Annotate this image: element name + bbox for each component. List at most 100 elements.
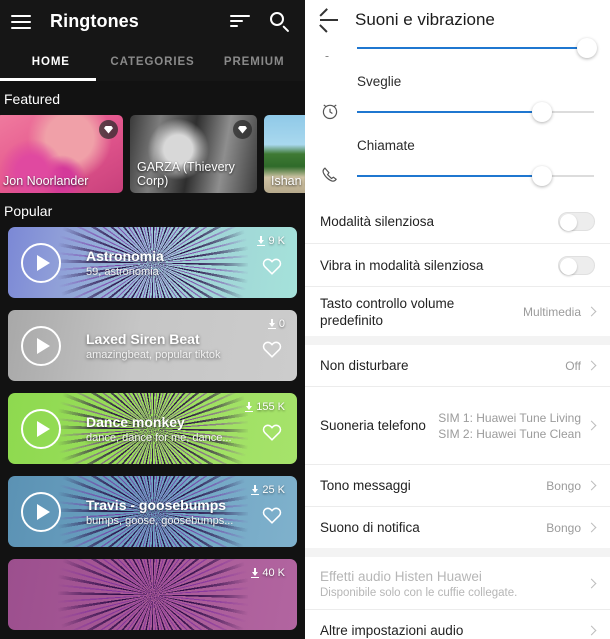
section-title-popular: Popular [4,203,53,219]
favorite-heart-icon[interactable] [262,257,282,275]
row-sublabel: Disponibile solo con le cuffie collegate… [320,586,518,599]
download-count-value: 0 [278,318,285,330]
play-icon[interactable] [21,325,61,366]
row-histen-audio-effects[interactable]: Effetti audio Histen Huawei Disponibile … [305,557,610,609]
slider-body: Chiamate [357,138,594,186]
download-count: 9 K [257,235,285,247]
slider-track[interactable] [357,102,594,122]
row-vibrate-silent[interactable]: Vibra in modalità silenziosa [305,243,610,286]
track-title: Travis - goosebumps [86,496,227,513]
row-label: Modalità silenziosa [320,214,435,229]
chevron-right-icon [586,578,597,588]
list-item[interactable]: Travis - goosebumps bumps, goose, gooseb… [8,476,297,547]
track-title: Astronomia [86,247,164,264]
slider-body: Sveglie [357,74,594,122]
row-do-not-disturb[interactable]: Non disturbare Off [305,345,610,386]
settings-title: Suoni e vibrazione [355,10,495,29]
row-value: Bongo [546,520,597,536]
row-value-text: Multimedia [522,304,581,319]
row-label: Effetti audio Histen Huawei [320,568,482,584]
row-notification-sound[interactable]: Suono di notifica Bongo [305,506,610,548]
vibrate-silent-toggle[interactable] [558,255,595,275]
sort-icon[interactable] [230,14,250,29]
chevron-right-icon [586,360,597,371]
favorite-heart-icon[interactable] [262,423,282,441]
featured-card[interactable]: Ishan M [264,115,305,193]
silent-mode-toggle[interactable] [558,212,595,231]
row-label: Tasto controllo volume predefinito [320,295,455,328]
download-count-value: 25 K [262,484,285,496]
row-value: Multimedia [522,304,597,320]
track-meta: Astronomia 59, astronomia [86,248,164,278]
featured-card[interactable]: Jon Noorlander [0,115,123,193]
row-message-tone[interactable]: Tono messaggi Bongo [305,464,610,506]
media-icon [319,48,357,58]
slider-track[interactable] [357,38,597,58]
row-label: Tono messaggi [320,478,411,493]
row-value: Bongo [546,478,597,494]
page-title: Ringtones [50,11,139,31]
row-value-text: SIM 1: Huawei Tune Living SIM 2: Huawei … [438,410,581,441]
settings-pane: Suoni e vibrazione Sveglie Chiamate Moda… [305,0,610,639]
section-divider [305,548,610,557]
volume-slider-media[interactable] [305,38,610,58]
track-subtitle: amazingbeat, popular tiktok [86,348,221,361]
chevron-right-icon [586,625,597,636]
row-value: Off [565,358,597,374]
track-meta: Travis - goosebumps bumps, goose, gooseb… [86,497,233,527]
download-icon [245,402,254,412]
play-icon[interactable] [21,491,61,532]
favorite-heart-icon[interactable] [262,340,282,358]
list-item[interactable]: Dance monkey dance, dance for me, dance.… [8,393,297,464]
row-label: Suono di notifica [320,520,420,535]
download-icon [251,568,260,578]
row-value [586,625,597,636]
back-arrow-icon[interactable] [319,7,341,32]
section-title-featured: Featured [4,91,61,107]
chevron-right-icon [586,420,597,431]
featured-carousel[interactable]: Jon Noorlander GARZA (Thievery Corp) Ish… [0,115,305,193]
row-label: Altre impostazioni audio [320,623,464,638]
list-item[interactable]: Laxed Siren Beat amazingbeat, popular ti… [8,310,297,381]
row-value [586,578,597,588]
row-label: Non disturbare [320,358,409,373]
tab-categories[interactable]: CATEGORIES [102,56,204,68]
row-value: SIM 1: Huawei Tune Living SIM 2: Huawei … [438,410,597,442]
row-value-text: Bongo [546,520,581,535]
diamond-icon [233,120,252,139]
row-default-volume-key[interactable]: Tasto controllo volume predefinito Multi… [305,286,610,336]
slider-label-calls: Chiamate [357,138,415,153]
row-more-audio-settings[interactable]: Altre impostazioni audio [305,609,610,639]
slider-label-alarms: Sveglie [357,74,402,89]
alarm-clock-icon [319,100,357,122]
tab-home[interactable]: HOME [0,56,102,68]
play-icon[interactable] [21,242,61,283]
featured-card-name: GARZA (Thievery Corp) [137,160,235,188]
tab-premium[interactable]: PREMIUM [203,56,305,68]
starburst-artwork [57,559,248,630]
hamburger-icon[interactable] [11,14,31,29]
download-icon [267,319,276,329]
volume-slider-calls[interactable]: Chiamate [305,138,610,186]
volume-slider-alarms[interactable]: Sveglie [305,74,610,122]
download-icon [257,236,266,246]
slider-body [357,38,597,58]
track-subtitle: bumps, goose, goosebumps... [86,514,234,527]
row-phone-ringtone[interactable]: Suoneria telefono SIM 1: Huawei Tune Liv… [305,386,610,464]
search-icon[interactable] [269,11,291,33]
content-scroll-area[interactable]: Featured Jon Noorlander GARZA (Thievery … [0,81,305,639]
track-title: Laxed Siren Beat [86,330,200,347]
row-label: Suoneria telefono [320,418,426,433]
slider-track[interactable] [357,166,594,186]
row-label: Vibra in modalità silenziosa [320,257,484,273]
tab-bar: HOME CATEGORIES PREMIUM [0,43,305,81]
row-silent-mode[interactable]: Modalità silenziosa [305,200,610,243]
list-item[interactable]: Astronomia 59, astronomia 9 K [8,227,297,298]
featured-card[interactable]: GARZA (Thievery Corp) [130,115,257,193]
ringtones-app-pane: Ringtones HOME CATEGORIES PREMIUM Featur… [0,0,305,639]
list-item[interactable]: 40 K [8,559,297,630]
download-count: 0 [267,318,285,330]
featured-card-name: Jon Noorlander [3,174,89,188]
favorite-heart-icon[interactable] [262,506,282,524]
play-icon[interactable] [21,408,61,449]
